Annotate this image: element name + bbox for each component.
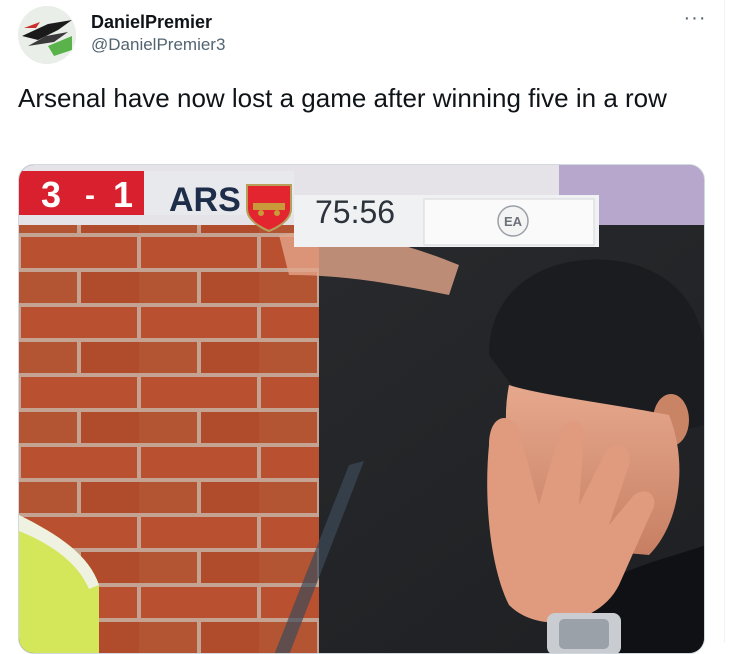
away-score: 1	[113, 174, 133, 215]
team-abbreviation: ARS	[169, 181, 241, 219]
media-scene: 3 - 1 ARS 75:56 EA	[19, 165, 704, 653]
tweet-text: Arsenal have now lost a game after winni…	[18, 83, 667, 113]
tweet-media-image[interactable]: 3 - 1 ARS 75:56 EA	[18, 164, 705, 654]
avatar-image	[18, 6, 76, 64]
author-display-name[interactable]: DanielPremier	[91, 11, 212, 33]
score-separator: -	[85, 179, 95, 212]
author-handle[interactable]: @DanielPremier3	[91, 34, 225, 56]
svg-text:EA: EA	[504, 214, 523, 229]
timeline-border	[724, 0, 725, 643]
more-options-icon[interactable]: ···	[680, 6, 710, 30]
avatar[interactable]	[18, 6, 76, 64]
home-score: 3	[41, 174, 61, 215]
ea-sports-logo: EA	[497, 205, 529, 237]
match-clock: 75:56	[315, 194, 395, 230]
